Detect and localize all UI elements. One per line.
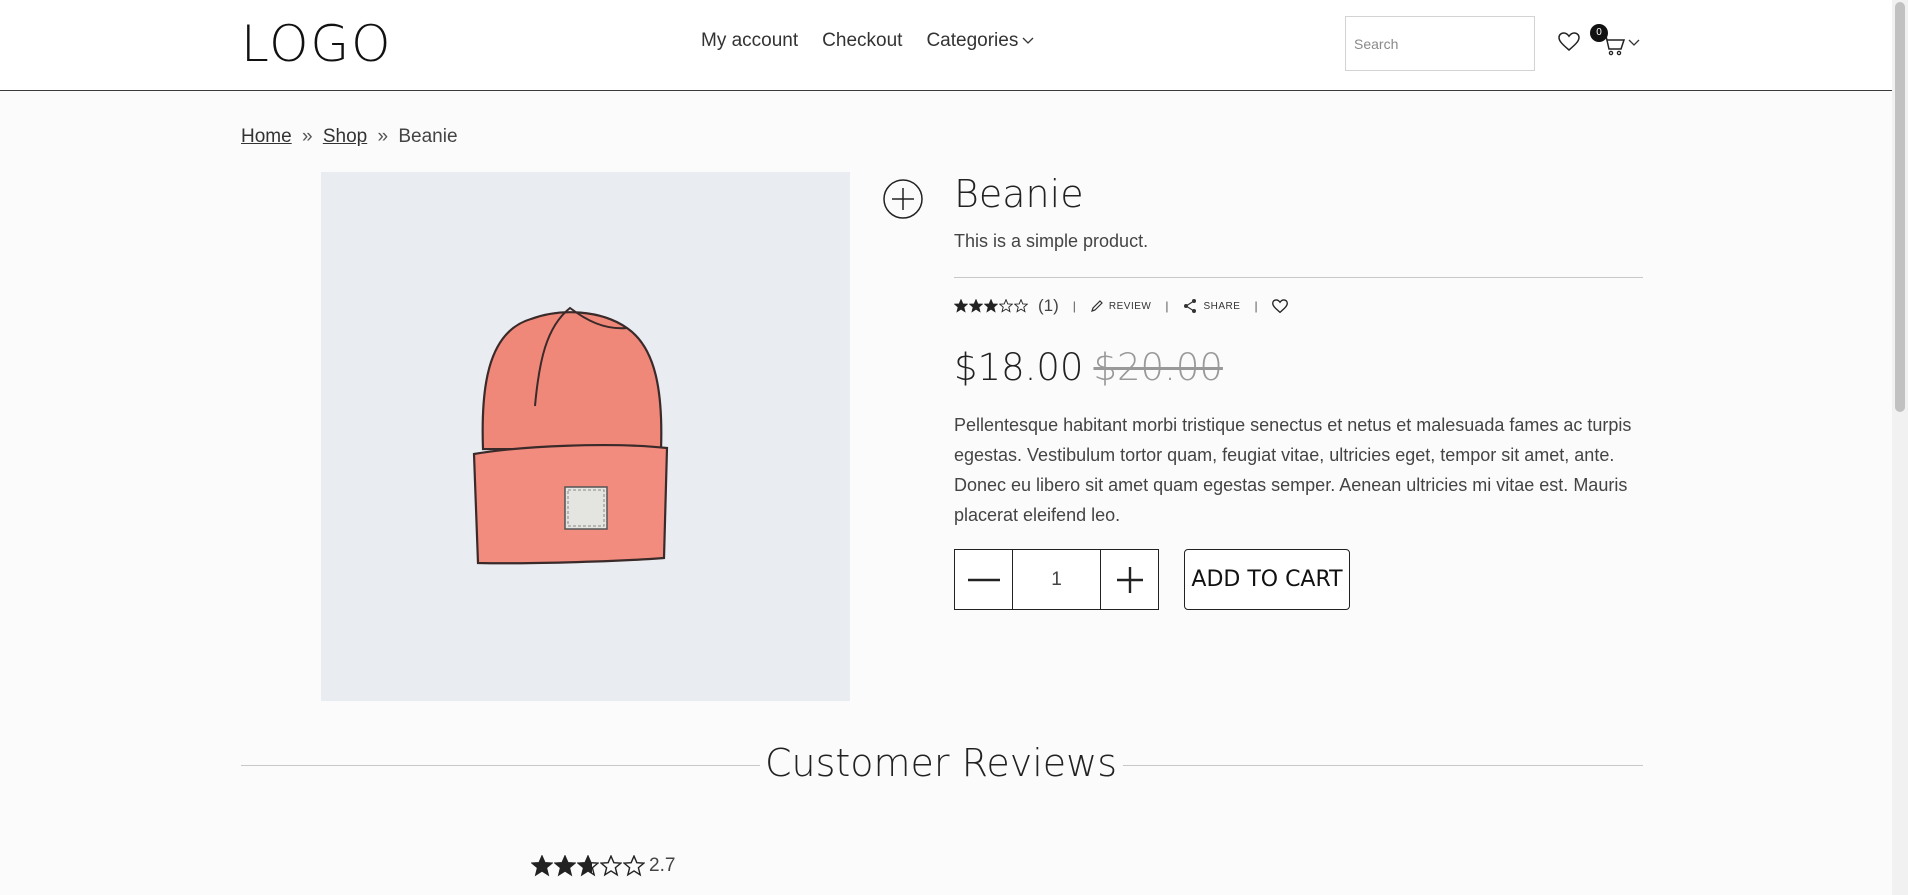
review-label: REVIEW — [1108, 300, 1152, 312]
chevron-down-icon — [1022, 37, 1034, 44]
star-filled-icon — [984, 299, 998, 313]
meta-separator: | — [1165, 299, 1169, 313]
breadcrumb-separator: » — [377, 126, 389, 147]
reviews-title: Customer Reviews — [764, 741, 1118, 785]
star-filled-icon — [531, 855, 553, 877]
product-image[interactable] — [321, 172, 850, 701]
quantity-decrease-button[interactable] — [955, 550, 1013, 609]
heart-icon[interactable] — [1558, 32, 1580, 52]
product-description: Pellentesque habitant morbi tristique se… — [954, 415, 1632, 525]
nav-categories[interactable]: Categories — [926, 30, 1034, 52]
breadcrumb-separator: » — [301, 126, 313, 147]
price-current: $18.00 — [954, 346, 1084, 389]
cart-count-badge: 0 — [1590, 24, 1608, 42]
pencil-icon — [1090, 300, 1103, 312]
wishlist-heart-icon[interactable] — [1271, 298, 1288, 314]
price-original: $20.00 — [1093, 346, 1223, 389]
star-half-icon — [577, 855, 599, 877]
product-short-description: This is a simple product. — [954, 231, 1149, 251]
meta-separator: | — [1072, 299, 1076, 313]
nav-checkout[interactable]: Checkout — [822, 30, 902, 52]
product-divider — [954, 277, 1643, 278]
breadcrumb: Home » Shop » Beanie — [241, 126, 458, 148]
site-header: LOGO My account Checkout Categories 0 — [0, 0, 1892, 91]
page: LOGO My account Checkout Categories 0 Ho… — [0, 0, 1892, 895]
nav-categories-label: Categories — [926, 30, 1019, 51]
star-empty-icon — [999, 299, 1013, 313]
vertical-scrollbar[interactable] — [1892, 0, 1908, 895]
average-rating-value: 2.7 — [649, 855, 676, 876]
scrollbar-thumb[interactable] — [1895, 2, 1905, 412]
product-rating-stars[interactable] — [954, 299, 1028, 313]
quantity-input[interactable] — [1013, 550, 1100, 609]
breadcrumb-home[interactable]: Home — [241, 126, 292, 147]
search-input[interactable] — [1345, 16, 1535, 71]
star-empty-icon — [600, 855, 622, 877]
meta-separator: | — [1254, 299, 1258, 313]
star-filled-icon — [954, 299, 968, 313]
breadcrumb-current: Beanie — [398, 126, 458, 147]
star-empty-icon — [623, 855, 645, 877]
plus-icon — [1116, 566, 1143, 593]
rating-count[interactable]: (1) — [1038, 296, 1059, 316]
quantity-increase-button[interactable] — [1100, 550, 1158, 609]
beanie-illustration — [472, 306, 669, 565]
star-filled-icon — [969, 299, 983, 313]
minus-icon — [967, 578, 1000, 581]
share-icon — [1184, 299, 1197, 313]
cart-chevron-down-icon[interactable] — [1628, 39, 1640, 47]
quantity-stepper — [954, 549, 1159, 610]
product-title: Beanie — [954, 172, 1084, 216]
star-filled-icon — [554, 855, 576, 877]
average-rating-stars — [531, 855, 645, 877]
site-logo[interactable]: LOGO — [241, 14, 393, 74]
share-link[interactable]: SHARE — [1182, 298, 1240, 314]
zoom-plus-circle-icon[interactable] — [883, 179, 923, 219]
nav-my-account-label: My account — [701, 30, 799, 51]
share-label: SHARE — [1203, 300, 1241, 312]
average-rating: 2.7 — [531, 855, 675, 877]
breadcrumb-shop[interactable]: Shop — [323, 126, 367, 147]
star-empty-icon — [1014, 299, 1028, 313]
main-nav: My account Checkout Categories — [701, 30, 1034, 52]
review-link[interactable]: REVIEW — [1090, 299, 1151, 313]
nav-checkout-label: Checkout — [822, 30, 903, 51]
add-to-cart-button[interactable]: ADD TO CART — [1184, 549, 1350, 610]
nav-my-account[interactable]: My account — [701, 30, 798, 52]
product-meta: (1) | REVIEW | SHARE | — [954, 296, 1288, 316]
product-price: $18.00 $20.00 — [954, 346, 1223, 389]
